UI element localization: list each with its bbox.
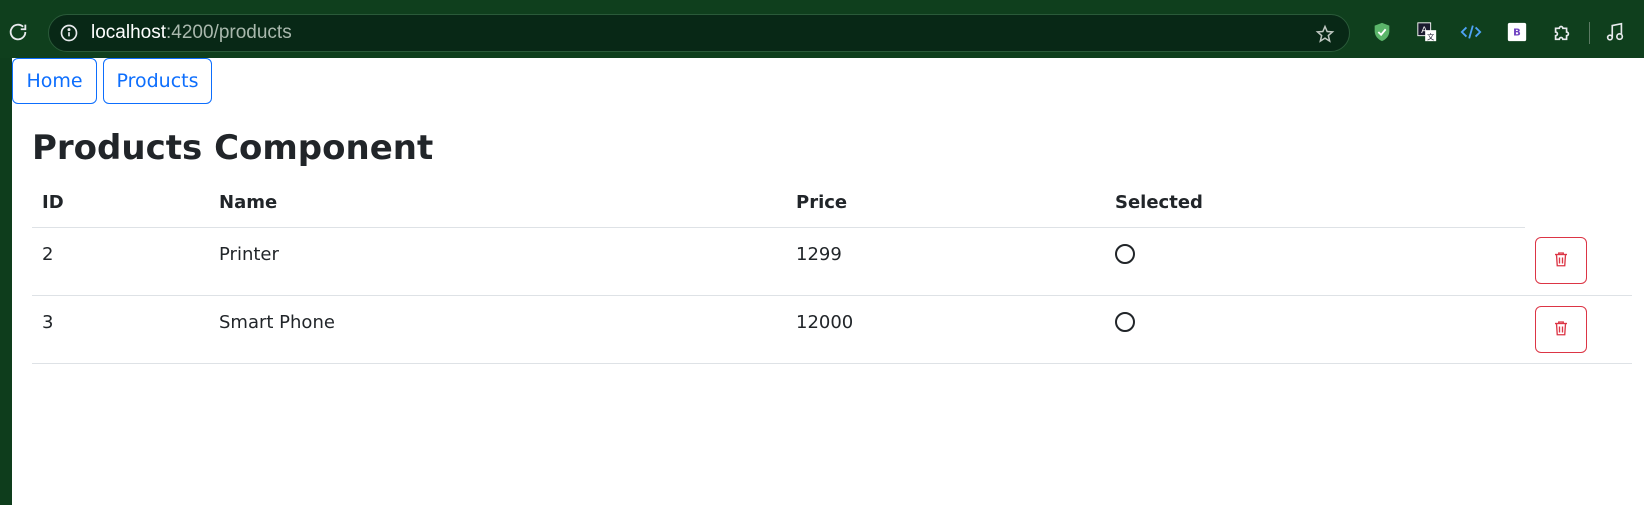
puzzle-extensions-icon[interactable] [1550, 20, 1574, 44]
trash-icon [1552, 249, 1570, 272]
reload-icon[interactable] [6, 20, 30, 44]
delete-button[interactable] [1535, 305, 1587, 353]
cell-name: Printer [209, 227, 786, 296]
toolbar-divider [1589, 22, 1590, 44]
url-text: localhost:4200/products [91, 22, 292, 44]
browser-toolbar: localhost:4200/products A 文 B [0, 0, 1644, 58]
cell-id: 3 [32, 295, 209, 364]
selected-radio[interactable] [1115, 243, 1135, 264]
svg-text:文: 文 [1427, 32, 1435, 41]
svg-text:B: B [1513, 28, 1521, 39]
shield-extension-icon[interactable] [1370, 20, 1394, 44]
cell-name: Smart Phone [209, 295, 786, 364]
column-header-selected: Selected [1105, 178, 1525, 228]
cell-actions [1525, 295, 1632, 364]
column-header-name: Name [209, 178, 786, 228]
nav-products-button[interactable]: Products [103, 58, 212, 104]
url-host: localhost [91, 22, 166, 43]
column-header-id: ID [32, 178, 209, 228]
page-title: Products Component [32, 128, 434, 168]
bootstrap-extension-icon[interactable]: B [1505, 20, 1529, 44]
address-bar[interactable]: localhost:4200/products [48, 14, 1350, 52]
nav-home-button[interactable]: Home [12, 58, 97, 104]
table-header-row: ID Name Price Selected [32, 178, 1632, 228]
selected-radio[interactable] [1115, 311, 1135, 332]
code-extension-icon[interactable] [1459, 20, 1483, 44]
trash-icon [1552, 318, 1570, 341]
page-viewport: Home Products Products Component ID Name… [12, 58, 1644, 505]
cell-selected [1105, 295, 1525, 364]
cell-price: 12000 [786, 295, 1105, 364]
table-row: 3 Smart Phone 12000 [32, 295, 1632, 364]
bookmark-star-icon[interactable] [1313, 22, 1337, 46]
cell-actions [1525, 227, 1632, 296]
delete-button[interactable] [1535, 237, 1587, 284]
site-info-icon[interactable] [57, 21, 81, 45]
table-row: 2 Printer 1299 [32, 227, 1632, 296]
column-header-actions [1525, 178, 1632, 227]
cell-price: 1299 [786, 227, 1105, 296]
media-control-icon[interactable] [1603, 20, 1627, 44]
cell-selected [1105, 227, 1525, 296]
cell-id: 2 [32, 227, 209, 296]
column-header-price: Price [786, 178, 1105, 228]
products-table: ID Name Price Selected 2 Printer 1299 3 … [32, 178, 1632, 364]
url-path: :4200/products [166, 22, 292, 43]
translate-extension-icon[interactable]: A 文 [1415, 20, 1439, 44]
